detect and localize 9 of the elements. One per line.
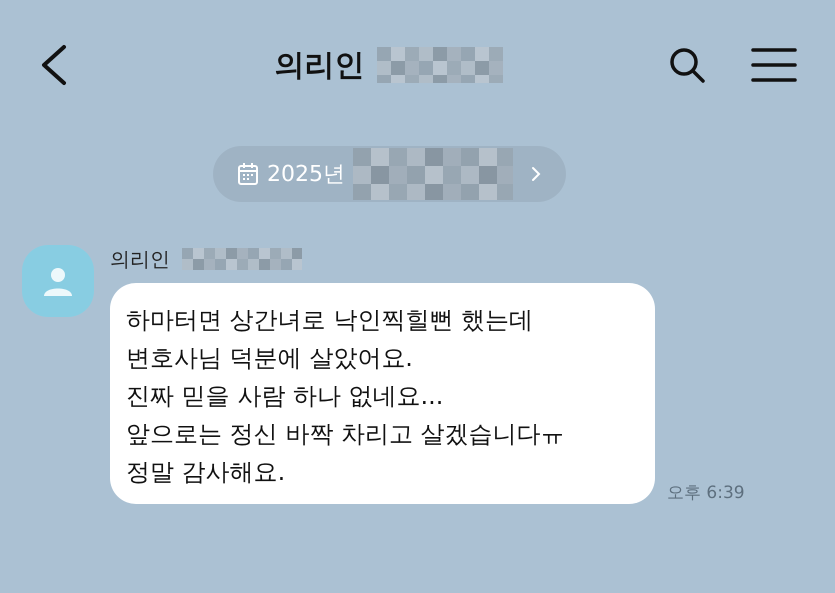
- calendar-icon: [237, 162, 259, 186]
- date-pill[interactable]: 2025년: [213, 146, 566, 202]
- message-time: 오후 6:39: [667, 482, 745, 504]
- message-text: 하마터면 상간녀로 낙인찍힐뻔 했는데 변호사님 덕분에 살았어요. 진짜 믿을 사람 하나 없네요... 앞으로는 정신 바짝 차리고 살겠습니다ㅠ 정말 감사해요.: [126, 305, 566, 488]
- chevron-right-icon: [530, 165, 542, 183]
- chat-title: 의리인: [274, 46, 364, 84]
- date-label: 2025년: [267, 160, 345, 188]
- sender-name: 의리인: [110, 246, 170, 273]
- menu-icon[interactable]: [751, 47, 797, 83]
